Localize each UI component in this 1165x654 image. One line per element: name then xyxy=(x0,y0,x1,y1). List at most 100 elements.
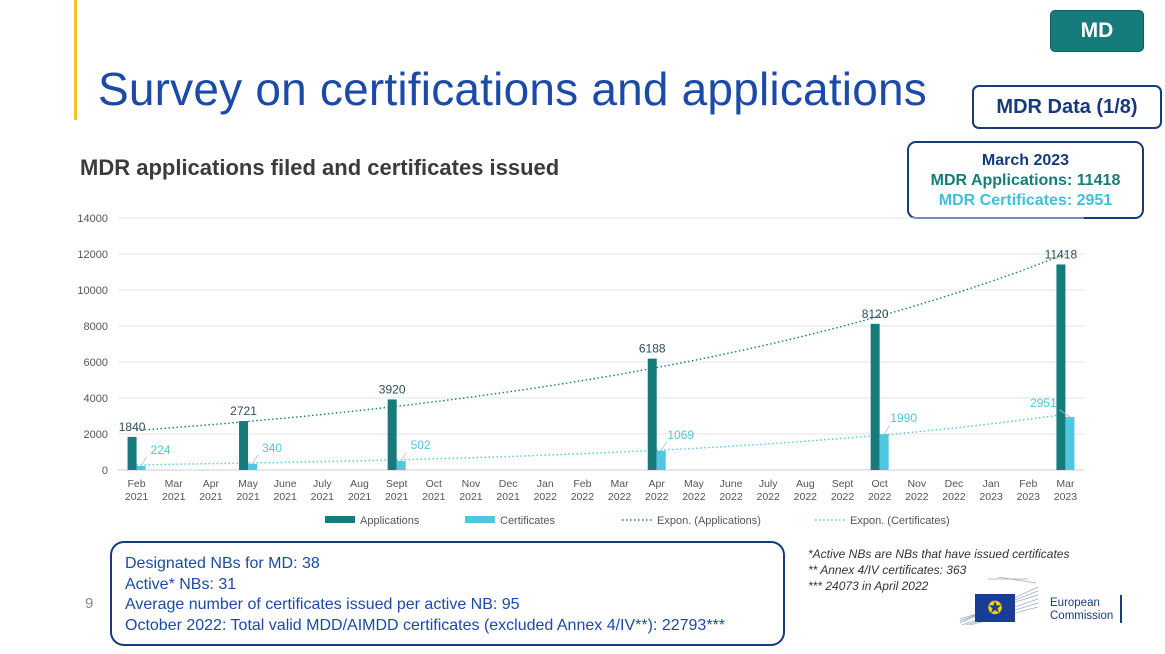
logo-divider xyxy=(1120,595,1122,623)
x-tick-label: Feb xyxy=(128,478,146,490)
y-tick-label: 2000 xyxy=(84,429,108,441)
x-tick-label: Aug xyxy=(796,478,815,490)
x-tick-label: Aug xyxy=(350,478,369,490)
md-badge: MD xyxy=(1050,10,1144,52)
applications-trendline xyxy=(136,253,1066,432)
certificates-bar xyxy=(136,465,146,470)
applications-bar xyxy=(239,421,249,470)
x-tick-label: 2021 xyxy=(311,491,335,503)
certificates-data-label: 1990 xyxy=(890,411,917,425)
x-tick-label: Jan xyxy=(983,478,1000,490)
certificates-data-label: 224 xyxy=(151,443,171,457)
x-tick-label: June xyxy=(720,478,743,490)
mdr-data-label: MDR Data (1/8) xyxy=(972,85,1162,129)
info-line: Average number of certificates issued pe… xyxy=(125,596,520,613)
applications-data-label: 8120 xyxy=(862,307,889,321)
x-tick-label: 2021 xyxy=(348,491,372,503)
x-tick-label: 2022 xyxy=(534,491,558,503)
european-commission-logo: ✪ European Commission xyxy=(958,577,1122,627)
logo-line1: European xyxy=(1050,597,1100,609)
x-tick-label: 2023 xyxy=(979,491,1003,503)
x-tick-label: May xyxy=(238,478,259,490)
footnote: ** Annex 4/IV certificates: 363 xyxy=(808,563,967,577)
y-tick-label: 10000 xyxy=(77,285,108,297)
x-tick-label: 2022 xyxy=(719,491,743,503)
y-tick-label: 8000 xyxy=(84,321,108,333)
x-tick-label: 2022 xyxy=(682,491,706,503)
certificates-label-leader xyxy=(660,441,668,451)
legend-swatch xyxy=(465,516,495,523)
y-tick-label: 12000 xyxy=(77,249,108,261)
y-tick-label: 6000 xyxy=(84,357,108,369)
applications-bar xyxy=(870,323,880,470)
accent-bar xyxy=(74,0,77,120)
x-tick-label: 2023 xyxy=(1054,491,1078,503)
x-tick-label: July xyxy=(759,478,778,490)
x-tick-label: 2021 xyxy=(385,491,409,503)
x-tick-label: 2021 xyxy=(422,491,446,503)
bar-chart: 02000400060008000100001200014000Feb2021M… xyxy=(77,213,1084,527)
x-tick-label: 2022 xyxy=(571,491,595,503)
x-tick-label: 2022 xyxy=(831,491,855,503)
x-tick-label: Apr xyxy=(203,478,220,490)
x-tick-label: 2022 xyxy=(794,491,818,503)
x-tick-label: Mar xyxy=(165,478,184,490)
page-title: Survey on certifications and application… xyxy=(98,63,927,115)
legend-label: Expon. (Applications) xyxy=(657,515,761,527)
x-tick-label: Feb xyxy=(1019,478,1037,490)
x-tick-label: May xyxy=(684,478,705,490)
certificates-bar xyxy=(396,460,406,470)
x-tick-label: 2022 xyxy=(868,491,892,503)
certificates-data-label: 2951 xyxy=(1030,396,1057,410)
x-tick-label: Sept xyxy=(386,478,408,490)
info-box: Designated NBs for MD: 38 Active* NBs: 3… xyxy=(110,541,785,646)
highlight-applications: MDR Applications: 11418 xyxy=(930,172,1121,189)
x-tick-label: 2021 xyxy=(236,491,260,503)
certificates-data-label: 502 xyxy=(411,438,431,452)
x-tick-label: Feb xyxy=(573,478,591,490)
info-line: October 2022: Total valid MDD/AIMDD cert… xyxy=(125,616,725,634)
x-tick-label: 2021 xyxy=(274,491,298,503)
x-tick-label: Oct xyxy=(871,478,887,490)
x-tick-label: Sept xyxy=(832,478,854,490)
applications-bar xyxy=(387,399,397,470)
x-tick-label: 2022 xyxy=(942,491,966,503)
x-tick-label: 2022 xyxy=(757,491,781,503)
applications-bar xyxy=(647,358,657,470)
certificates-label-leader xyxy=(883,424,890,435)
x-tick-label: 2022 xyxy=(608,491,632,503)
x-tick-label: Mar xyxy=(611,478,630,490)
applications-bar xyxy=(127,436,137,470)
x-tick-label: Jan xyxy=(537,478,554,490)
certificates-bar xyxy=(1065,416,1075,470)
x-tick-label: Nov xyxy=(462,478,481,490)
x-tick-label: Apr xyxy=(649,478,666,490)
applications-data-label: 2721 xyxy=(230,404,257,418)
eu-flag-icon: ✪ xyxy=(975,594,1015,622)
highlight-heading: March 2023 xyxy=(981,152,1070,169)
certificates-bar xyxy=(248,463,258,470)
footnote: *Active NBs are NBs that have issued cer… xyxy=(808,547,1070,561)
x-tick-label: 2023 xyxy=(1017,491,1041,503)
x-tick-label: 2021 xyxy=(496,491,520,503)
certificates-data-label: 340 xyxy=(262,441,282,455)
x-tick-label: Oct xyxy=(426,478,442,490)
x-tick-label: Dec xyxy=(945,478,964,490)
certificates-bar xyxy=(656,450,666,470)
x-tick-label: 2021 xyxy=(199,491,223,503)
certificates-trendline xyxy=(136,413,1066,466)
x-tick-label: 2021 xyxy=(125,491,149,503)
legend-swatch xyxy=(325,516,355,523)
applications-data-label: 11418 xyxy=(1045,247,1078,261)
x-tick-label: 2021 xyxy=(162,491,186,503)
chart-title: MDR applications filed and certificates … xyxy=(80,155,560,180)
x-tick-label: July xyxy=(313,478,332,490)
x-tick-label: Nov xyxy=(907,478,926,490)
certificates-data-label: 1069 xyxy=(667,428,694,442)
y-tick-label: 0 xyxy=(102,465,108,477)
y-tick-label: 4000 xyxy=(84,393,108,405)
x-tick-label: June xyxy=(274,478,297,490)
info-line: Active* NBs: 31 xyxy=(125,575,237,593)
x-tick-label: 2021 xyxy=(459,491,483,503)
logo-text: European Commission xyxy=(1050,597,1113,623)
